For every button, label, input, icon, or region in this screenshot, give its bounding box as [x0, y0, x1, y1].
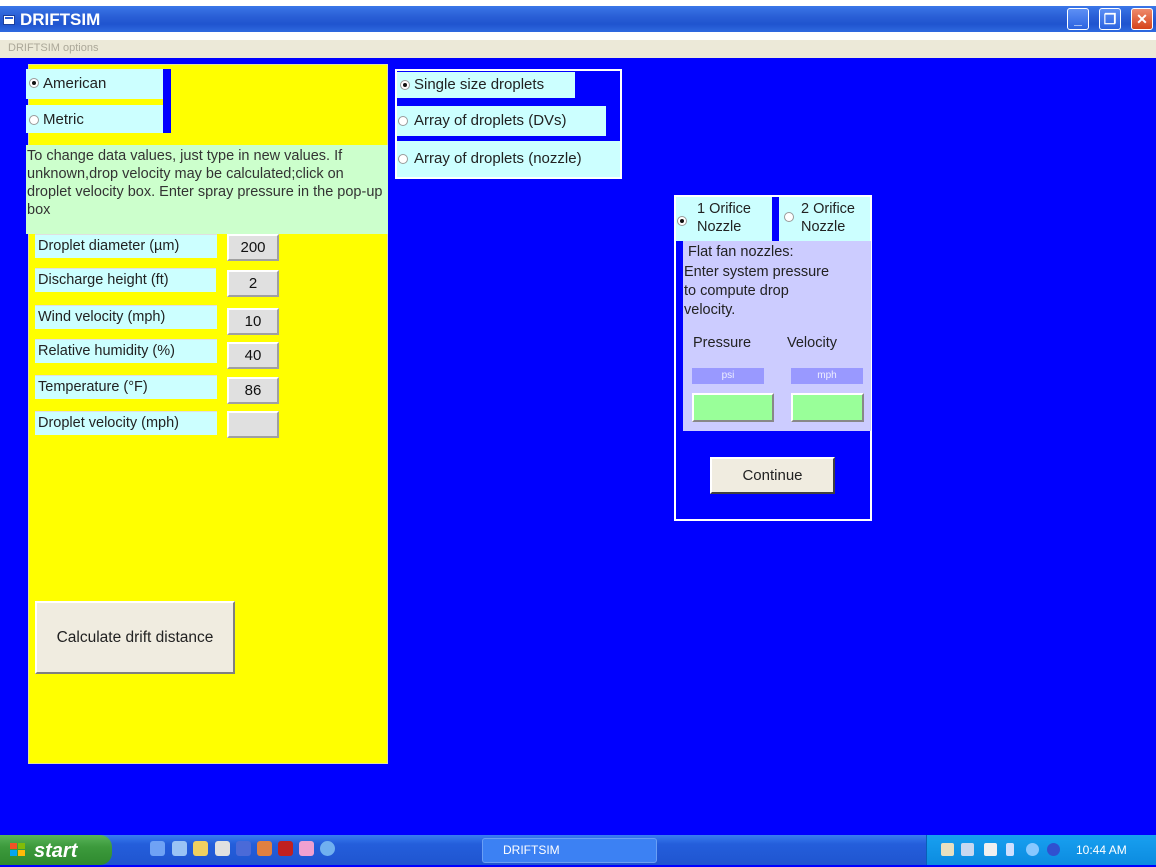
radio-american-label: American: [43, 75, 107, 92]
radio-icon[interactable]: [398, 116, 408, 126]
field-input-temperature[interactable]: 86: [227, 377, 279, 404]
radio-array-nozzle[interactable]: Array of droplets (nozzle): [397, 141, 620, 177]
field-input-droplet-velocity[interactable]: [227, 411, 279, 438]
quicklaunch-icon[interactable]: [172, 841, 187, 856]
windows-logo-icon: [10, 843, 25, 856]
tray-icon[interactable]: [941, 843, 954, 856]
radio-2-orifice[interactable]: 2 Orifice Nozzle: [779, 197, 870, 241]
radio-icon[interactable]: [29, 115, 39, 125]
calculate-drift-button[interactable]: Calculate drift distance: [35, 601, 235, 674]
restore-button[interactable]: ❐: [1099, 8, 1121, 30]
radio-array-dvs[interactable]: Array of droplets (DVs): [397, 106, 606, 136]
radio-array-dvs-label: Array of droplets (DVs): [414, 112, 567, 129]
security-icon[interactable]: [1047, 843, 1060, 856]
field-label-droplet-diameter: Droplet diameter (µm): [35, 234, 217, 258]
radio-single-size[interactable]: Single size droplets: [397, 72, 575, 98]
outlook-icon[interactable]: [299, 841, 314, 856]
minimize-button[interactable]: _: [1067, 8, 1089, 30]
tray-icon[interactable]: [1026, 843, 1039, 856]
radio-icon[interactable]: [784, 212, 794, 222]
radio-metric-label: Metric: [43, 111, 84, 128]
radio-2-orifice-label-line1: 2 Orifice: [801, 201, 855, 217]
field-input-wind-velocity[interactable]: 10: [227, 308, 279, 335]
title-bar[interactable]: DRIFTSIM: [0, 6, 1156, 32]
menu-bar: DRIFTSIM options: [0, 40, 1156, 58]
field-input-droplet-diameter[interactable]: 200: [227, 234, 279, 261]
quicklaunch-icon[interactable]: [215, 841, 230, 856]
pressure-unit-label: psi: [692, 368, 764, 384]
radio-single-size-label: Single size droplets: [414, 76, 545, 93]
radio-icon[interactable]: [398, 154, 408, 164]
nozzle-text-line1: Flat fan nozzles:: [688, 244, 794, 260]
field-label-relative-humidity: Relative humidity (%): [35, 339, 217, 363]
radio-icon-selected[interactable]: [29, 78, 39, 88]
divider: [163, 69, 171, 133]
field-label-droplet-velocity: Droplet velocity (mph): [35, 411, 217, 435]
field-label-temperature: Temperature (°F): [35, 375, 217, 399]
quicklaunch-icon[interactable]: [150, 841, 165, 856]
pressure-input[interactable]: [692, 393, 774, 422]
tray-icon[interactable]: [961, 843, 974, 856]
radio-icon-selected[interactable]: [677, 216, 687, 226]
nozzle-text-line4: velocity.: [684, 302, 736, 318]
internet-explorer-icon[interactable]: [320, 841, 335, 856]
field-label-discharge-height: Discharge height (ft): [35, 268, 216, 292]
pressure-label: Pressure: [693, 335, 752, 351]
radio-array-nozzle-label: Array of droplets (nozzle): [414, 150, 582, 167]
menu-options[interactable]: DRIFTSIM options: [8, 42, 98, 54]
tray-icon[interactable]: [1006, 843, 1014, 856]
radio-american[interactable]: American: [26, 69, 163, 99]
velocity-label: Velocity: [787, 335, 837, 351]
instructions-text: To change data values, just type in new …: [26, 145, 388, 234]
word-icon[interactable]: [236, 841, 251, 856]
clock: 10:44 AM: [1076, 843, 1127, 857]
close-button[interactable]: ✕: [1131, 8, 1153, 30]
start-label: start: [34, 840, 78, 862]
radio-2-orifice-label-line2: Nozzle: [801, 219, 846, 235]
radio-metric[interactable]: Metric: [26, 105, 163, 133]
taskbar-item-driftsim[interactable]: DRIFTSIM: [482, 838, 657, 863]
window-title: DRIFTSIM: [20, 10, 101, 29]
radio-icon-selected[interactable]: [400, 80, 410, 90]
field-label-wind-velocity: Wind velocity (mph): [35, 305, 217, 329]
velocity-unit-label: mph: [791, 368, 863, 384]
radio-1-orifice-label-line1: 1 Orifice: [697, 201, 751, 217]
folder-icon[interactable]: [193, 841, 208, 856]
radio-1-orifice[interactable]: 1 Orifice Nozzle: [676, 197, 772, 241]
continue-button[interactable]: Continue: [710, 457, 835, 494]
radio-1-orifice-label-line2: Nozzle: [697, 219, 742, 235]
divider: [772, 197, 779, 241]
quicklaunch-icon[interactable]: [257, 841, 272, 856]
velocity-output: [791, 393, 864, 422]
field-input-relative-humidity[interactable]: 40: [227, 342, 279, 369]
help-icon[interactable]: [984, 843, 997, 856]
nozzle-text-line3: to compute drop: [684, 283, 789, 299]
app-icon[interactable]: [3, 15, 15, 25]
quicklaunch-icon[interactable]: [278, 841, 293, 856]
nozzle-text-line2: Enter system pressure: [684, 264, 830, 280]
field-input-discharge-height[interactable]: 2: [227, 270, 279, 297]
